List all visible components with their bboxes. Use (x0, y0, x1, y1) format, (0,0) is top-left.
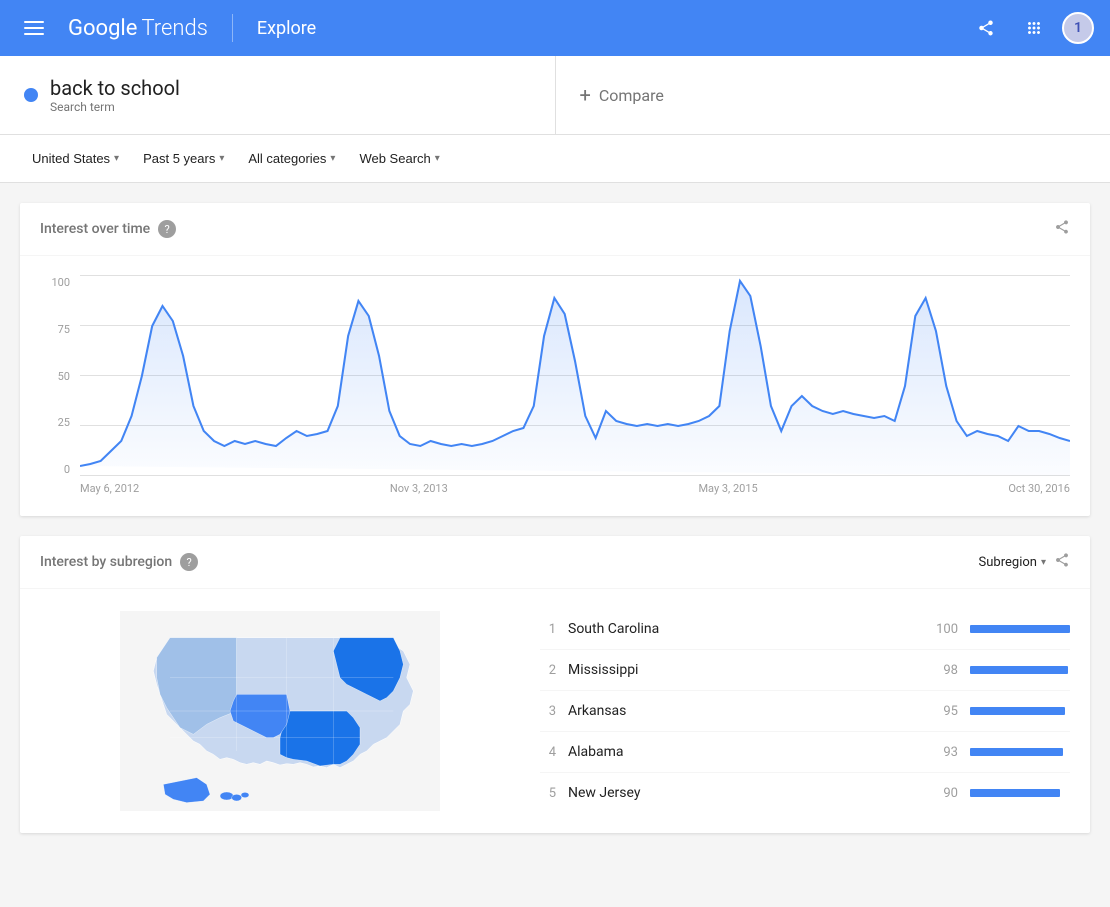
rank-bar-container-5 (970, 789, 1070, 797)
interest-over-time-card: Interest over time ? 0 25 50 75 100 (20, 203, 1090, 516)
logo-trends: Trends (141, 16, 207, 41)
header-explore-label: Explore (257, 18, 316, 39)
logo-google: Google (68, 16, 137, 41)
search-section: back to school Search term + Compare (0, 56, 1110, 135)
time-arrow-icon: ▾ (219, 153, 224, 164)
time-filter[interactable]: Past 5 years ▾ (135, 145, 232, 172)
x-label-3: Oct 30, 2016 (1008, 482, 1070, 495)
rank-bar-1 (970, 625, 1070, 633)
subregion-dropdown-label: Subregion (979, 555, 1037, 570)
menu-icon[interactable] (16, 8, 52, 48)
rank-name-5: New Jersey (568, 785, 916, 801)
ranking-row-2: 2 Mississippi 98 (540, 650, 1070, 691)
rankings-container: 1 South Carolina 100 2 Mississippi 98 (540, 609, 1070, 813)
chart-area: 0 25 50 75 100 (80, 276, 1070, 476)
rank-value-3: 95 (928, 704, 958, 719)
apps-button[interactable] (1014, 8, 1054, 48)
ranking-row-4: 4 Alabama 93 (540, 732, 1070, 773)
avatar-button[interactable]: 1 (1062, 12, 1094, 44)
rank-bar-3 (970, 707, 1065, 715)
rank-value-2: 98 (928, 663, 958, 678)
rank-num-3: 3 (540, 704, 556, 719)
rank-num-4: 4 (540, 745, 556, 760)
rank-bar-container-3 (970, 707, 1070, 715)
share-button[interactable] (966, 8, 1006, 48)
y-label-50: 50 (30, 370, 70, 383)
rank-value-4: 93 (928, 745, 958, 760)
y-axis: 0 25 50 75 100 (30, 276, 70, 476)
help-icon-subregion[interactable]: ? (180, 553, 198, 571)
card-header-subregion: Interest by subregion ? Subregion ▾ (20, 536, 1090, 589)
map-container (40, 609, 520, 813)
time-label: Past 5 years (143, 151, 215, 166)
search-dot (24, 88, 38, 102)
rank-bar-2 (970, 666, 1068, 674)
ranking-row-3: 3 Arkansas 95 (540, 691, 1070, 732)
search-term-box: back to school Search term (0, 56, 556, 134)
compare-box[interactable]: + Compare (556, 56, 1110, 134)
rank-num-1: 1 (540, 622, 556, 637)
subregion-dropdown[interactable]: Subregion ▾ (979, 555, 1046, 570)
logo: Google Trends (68, 16, 208, 41)
rank-value-1: 100 (928, 622, 958, 637)
filters-bar: United States ▾ Past 5 years ▾ All categ… (0, 135, 1110, 183)
category-label: All categories (248, 151, 326, 166)
search-type-arrow-icon: ▾ (435, 153, 440, 164)
x-label-1: Nov 3, 2013 (390, 482, 448, 495)
ranking-row-5: 5 New Jersey 90 (540, 773, 1070, 813)
rank-name-2: Mississippi (568, 662, 916, 678)
compare-plus-icon: + (580, 83, 591, 107)
rank-bar-5 (970, 789, 1060, 797)
region-arrow-icon: ▾ (114, 153, 119, 164)
share-icon-interest-over-time[interactable] (1054, 219, 1070, 239)
y-label-75: 75 (30, 323, 70, 336)
line-chart-svg (80, 276, 1070, 476)
rank-bar-container-4 (970, 748, 1070, 756)
y-label-25: 25 (30, 416, 70, 429)
rank-num-2: 2 (540, 663, 556, 678)
interest-over-time-title: Interest over time (40, 221, 150, 237)
help-icon-interest-over-time[interactable]: ? (158, 220, 176, 238)
header-divider (232, 14, 233, 42)
subregion-header-right: Subregion ▾ (979, 552, 1070, 572)
header: Google Trends Explore 1 (0, 0, 1110, 56)
rank-bar-container-1 (970, 625, 1070, 633)
compare-label: Compare (599, 86, 664, 105)
region-filter[interactable]: United States ▾ (24, 145, 127, 172)
header-actions: 1 (966, 8, 1094, 48)
ranking-row-1: 1 South Carolina 100 (540, 609, 1070, 650)
search-term: back to school (50, 76, 180, 100)
main-content: Interest over time ? 0 25 50 75 100 (0, 183, 1110, 873)
rank-bar-container-2 (970, 666, 1070, 674)
x-axis-labels: May 6, 2012 Nov 3, 2013 May 3, 2015 Oct … (80, 476, 1070, 495)
share-icon-subregion[interactable] (1054, 552, 1070, 572)
x-label-2: May 3, 2015 (698, 482, 757, 495)
rank-name-1: South Carolina (568, 621, 916, 637)
x-label-0: May 6, 2012 (80, 482, 139, 495)
search-type-filter[interactable]: Web Search ▾ (351, 145, 447, 172)
us-map-svg (110, 611, 450, 811)
rank-name-4: Alabama (568, 744, 916, 760)
search-term-type: Search term (50, 100, 180, 114)
rank-bar-4 (970, 748, 1063, 756)
search-type-label: Web Search (359, 151, 430, 166)
subregion-title: Interest by subregion (40, 554, 172, 570)
y-label-0: 0 (30, 463, 70, 476)
rank-name-3: Arkansas (568, 703, 916, 719)
subregion-dropdown-arrow-icon: ▾ (1041, 557, 1046, 568)
card-header-interest-over-time: Interest over time ? (20, 203, 1090, 256)
rank-num-5: 5 (540, 786, 556, 801)
category-filter[interactable]: All categories ▾ (240, 145, 343, 172)
subregion-content: 1 South Carolina 100 2 Mississippi 98 (20, 589, 1090, 833)
rank-value-5: 90 (928, 786, 958, 801)
chart-container: 0 25 50 75 100 (20, 256, 1090, 516)
search-term-text: back to school Search term (50, 76, 180, 114)
category-arrow-icon: ▾ (330, 153, 335, 164)
y-label-100: 100 (30, 276, 70, 289)
interest-by-subregion-card: Interest by subregion ? Subregion ▾ (20, 536, 1090, 833)
region-label: United States (32, 151, 110, 166)
